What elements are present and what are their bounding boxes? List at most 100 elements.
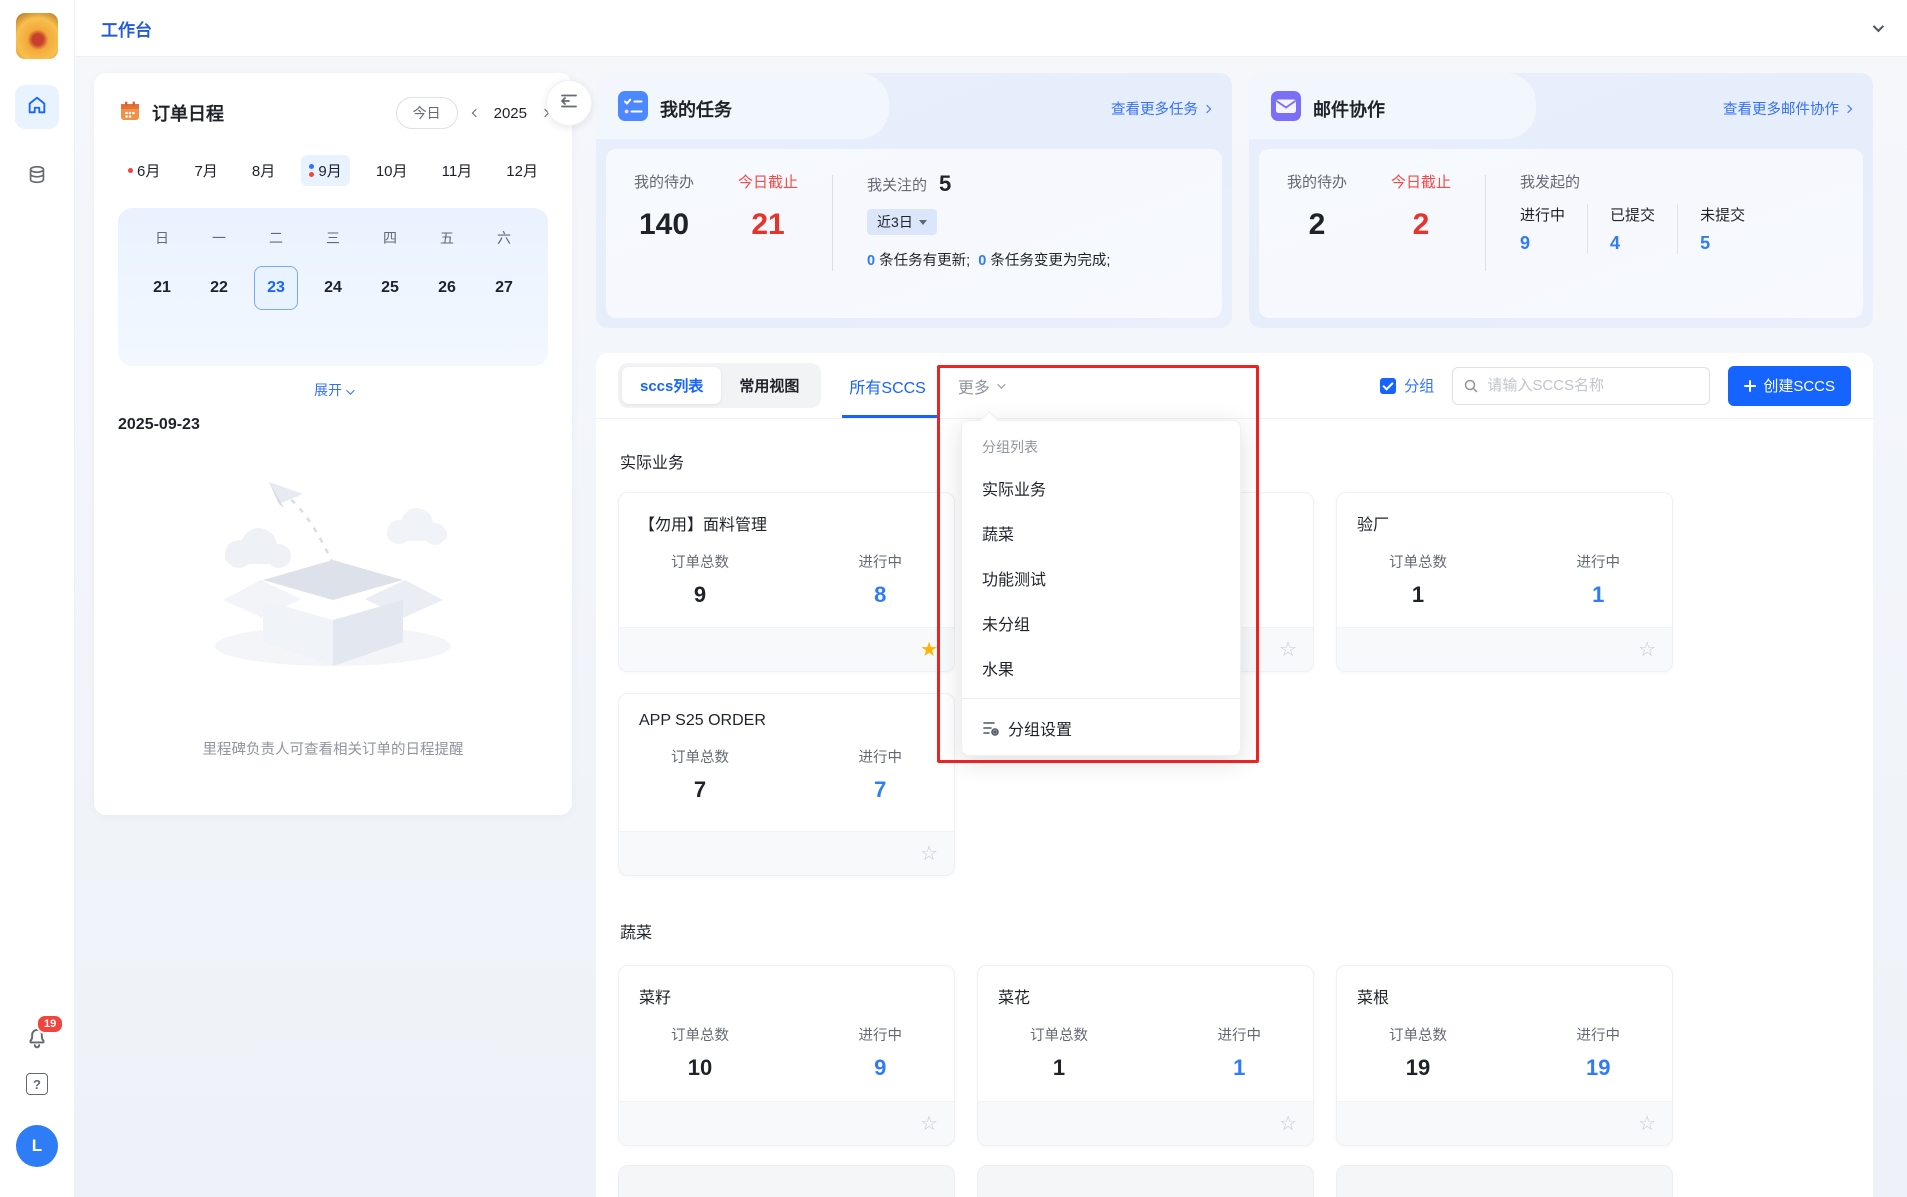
task-updates-line: 0 条任务有更新; 0 条任务变更为完成;: [867, 249, 1110, 270]
todo-value: 140: [639, 208, 689, 242]
sccs-card-app-s25[interactable]: APP S25 ORDER 订单总数7 进行中7 ☆: [618, 693, 955, 876]
group-toggle[interactable]: 分组: [1380, 375, 1434, 396]
weekday-label: 四: [368, 228, 412, 248]
chevron-down-icon: [346, 386, 354, 394]
tab-all-sccs[interactable]: 所有SCCS: [849, 374, 925, 398]
collapse-calendar-button[interactable]: [546, 80, 592, 126]
user-avatar[interactable]: L: [16, 1125, 58, 1167]
sccs-card-root[interactable]: 菜根 订单总数19 进行中19 ☆: [1336, 965, 1673, 1146]
date-cell[interactable]: 24: [311, 266, 355, 310]
range-dropdown[interactable]: 近3日: [867, 209, 937, 235]
mail-icon: [1271, 91, 1301, 126]
chevron-right-icon: [1844, 104, 1852, 112]
month-sep-active[interactable]: 9月: [301, 155, 349, 186]
month-dec[interactable]: 12月: [498, 155, 546, 186]
today-button[interactable]: 今日: [396, 97, 458, 129]
month-aug[interactable]: 8月: [244, 155, 283, 186]
sidebar-item-home[interactable]: [15, 85, 59, 129]
star-outline-icon[interactable]: ☆: [1279, 640, 1297, 660]
sidebar-item-data[interactable]: [15, 155, 59, 199]
search-input[interactable]: [1452, 367, 1710, 405]
ongoing-value: 1: [1233, 1055, 1245, 1081]
month-oct[interactable]: 10月: [368, 155, 416, 186]
ongoing-label: 进行中: [1577, 1024, 1621, 1045]
tab-sccs-list[interactable]: sccs列表: [622, 367, 721, 404]
weekday-label: 五: [425, 228, 469, 248]
sccs-card-cauliflower[interactable]: 菜花 订单总数1 进行中1 ☆: [977, 965, 1314, 1146]
ongoing-label: 进行中: [859, 1024, 903, 1045]
sccs-card-rapeseed[interactable]: 菜籽 订单总数10 进行中9 ☆: [618, 965, 955, 1146]
sccs-card-fabric[interactable]: 【勿用】面料管理 订单总数9 进行中8 ★: [618, 492, 955, 672]
chevron-down-icon: [1873, 21, 1884, 32]
checkbox-checked-icon[interactable]: [1380, 378, 1396, 394]
star-outline-icon[interactable]: ☆: [1638, 1114, 1656, 1134]
date-cell[interactable]: 21: [140, 266, 184, 310]
search-icon: [1463, 378, 1479, 394]
tab-common-views[interactable]: 常用视图: [721, 367, 817, 404]
sccs-tabbar: sccs列表 常用视图 所有SCCS 更多 分组 创建SCCS: [596, 353, 1873, 419]
month-jun[interactable]: 6月: [120, 155, 168, 186]
help-icon[interactable]: ?: [26, 1073, 48, 1095]
app-logo[interactable]: [16, 13, 58, 59]
create-sccs-button[interactable]: 创建SCCS: [1728, 366, 1851, 406]
sccs-card-audit[interactable]: 验厂 订单总数1 进行中1 ☆: [1336, 492, 1673, 672]
month-nov[interactable]: 11月: [434, 155, 481, 186]
mail-due-value: 2: [1413, 208, 1430, 242]
submitted-value: 4: [1610, 233, 1655, 254]
dropdown-item-vegetables[interactable]: 蔬菜: [962, 510, 1240, 555]
red-dot-icon: [309, 172, 314, 177]
main-content: 订单日程 今日 2025 6月 7月 8月 9月 10月 11月 12月 日 一: [75, 57, 1907, 1197]
total-value: 10: [688, 1055, 712, 1081]
mail-todo-value: 2: [1309, 208, 1326, 242]
mail-due-label: 今日截止: [1391, 171, 1451, 192]
due-today-label: 今日截止: [738, 171, 798, 192]
more-tasks-link[interactable]: 查看更多任务: [1111, 98, 1210, 119]
tab-more[interactable]: 更多: [958, 374, 1003, 398]
bell-icon: [24, 1037, 50, 1054]
year-label: 2025: [494, 105, 527, 122]
collapse-header-button[interactable]: [1873, 19, 1881, 37]
total-value: 7: [694, 777, 706, 803]
date-cell[interactable]: 25: [368, 266, 412, 310]
total-value: 19: [1406, 1055, 1430, 1081]
dropdown-item-business[interactable]: 实际业务: [962, 465, 1240, 510]
dropdown-item-ungrouped[interactable]: 未分组: [962, 600, 1240, 645]
group-settings-item[interactable]: 分组设置: [962, 703, 1240, 753]
calendar-empty-hint: 里程碑负责人可查看相关订单的日程提醒: [94, 738, 572, 759]
dropdown-item-fruit[interactable]: 水果: [962, 645, 1240, 690]
star-outline-icon[interactable]: ☆: [1638, 640, 1656, 660]
chevron-down-icon: [997, 380, 1005, 388]
star-outline-icon[interactable]: ☆: [920, 844, 938, 864]
home-icon: [26, 94, 48, 121]
expand-link[interactable]: 展开: [118, 380, 548, 400]
ongoing-value: 9: [1520, 233, 1565, 254]
total-label: 订单总数: [1030, 1024, 1088, 1045]
date-cell[interactable]: 26: [425, 266, 469, 310]
star-outline-icon[interactable]: ☆: [1279, 1114, 1297, 1134]
prev-year-icon[interactable]: [471, 109, 479, 117]
order-schedule-card: 订单日程 今日 2025 6月 7月 8月 9月 10月 11月 12月 日 一: [94, 73, 572, 815]
week-panel: 日 一 二 三 四 五 六 21 22 23 24 25 26 27: [118, 208, 548, 366]
date-cell-selected[interactable]: 23: [254, 266, 298, 310]
ongoing-value: 7: [874, 777, 886, 803]
more-mail-link[interactable]: 查看更多邮件协作: [1723, 98, 1851, 119]
calendar-title: 订单日程: [152, 100, 224, 126]
partial-card-top: [618, 1165, 955, 1197]
date-cell[interactable]: 27: [482, 266, 526, 310]
ongoing-value: 9: [874, 1055, 886, 1081]
month-jul[interactable]: 7月: [186, 155, 225, 186]
collapse-icon: [559, 91, 579, 116]
page-title: 工作台: [101, 16, 152, 41]
divider: [962, 698, 1240, 699]
notifications-button[interactable]: 19: [24, 1024, 50, 1055]
star-filled-icon[interactable]: ★: [920, 640, 938, 660]
view-segmented-control: sccs列表 常用视图: [618, 363, 821, 408]
partial-card-top: [1336, 1165, 1673, 1197]
partial-card-top: [977, 1165, 1314, 1197]
mail-todo-label: 我的待办: [1287, 171, 1347, 192]
dropdown-item-function-test[interactable]: 功能测试: [962, 555, 1240, 600]
star-outline-icon[interactable]: ☆: [920, 1114, 938, 1134]
date-cell[interactable]: 22: [197, 266, 241, 310]
group-settings-icon: [982, 719, 1000, 737]
total-value: 1: [1053, 1055, 1065, 1081]
